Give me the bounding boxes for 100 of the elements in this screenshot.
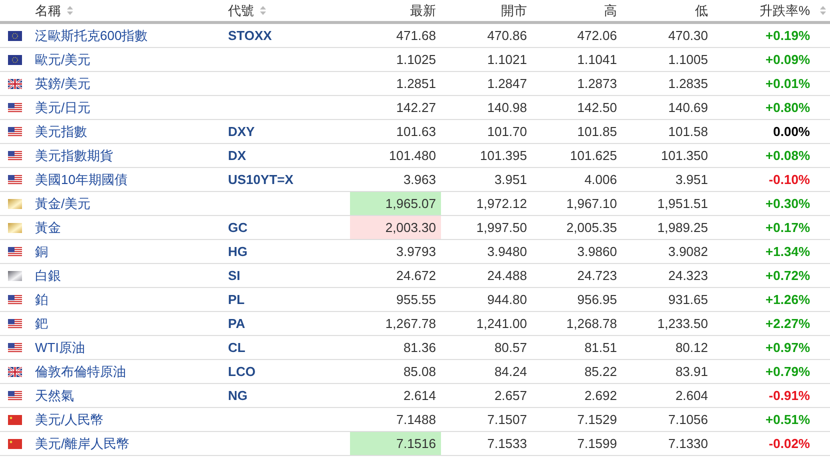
table-cell-text: 1,972.12 (475, 195, 528, 213)
table-cell-text: 3.951 (674, 171, 709, 189)
instrument-link[interactable]: 美元/離岸人民幣 (35, 432, 228, 455)
symbol-link[interactable]: GC (228, 220, 248, 235)
table-cell-text: 1,997.50 (475, 219, 528, 237)
us-flag-icon (8, 102, 22, 112)
gradient-tile-icon (8, 198, 22, 208)
change-cell-text: -0.10% (768, 171, 811, 189)
column-header[interactable]: 升跌率% (759, 2, 810, 20)
table-cell-text: 2.614 (402, 387, 437, 405)
table-cell-text: 101.58 (667, 123, 709, 141)
table-cell-text: 2.692 (583, 387, 618, 405)
instrument-link[interactable]: 美元指數 (35, 120, 228, 143)
instrument-link[interactable]: 美元/日元 (35, 96, 228, 119)
table-cell-text: 85.08 (402, 363, 437, 381)
china-flag-icon (8, 414, 22, 424)
table-cell-text: 101.350 (660, 147, 709, 165)
us-flag-icon (8, 150, 22, 160)
table-cell-text: 3.9082 (667, 243, 709, 261)
change-cell-text: +2.27% (764, 315, 811, 333)
change-cell-text: +1.34% (764, 243, 811, 261)
instrument-link[interactable]: 鈀 (35, 312, 228, 335)
instrument-link[interactable]: 泛歐斯托克600指數 (35, 24, 228, 47)
table-cell-text: 80.12 (674, 339, 709, 357)
instrument-link[interactable]: 美元/人民幣 (35, 408, 228, 431)
instrument-link[interactable]: 美國10年期國債 (35, 168, 228, 191)
instrument-link[interactable]: 白銀 (35, 264, 228, 287)
table-cell-text: 1.1041 (576, 51, 618, 69)
instrument-link[interactable]: 天然氣 (35, 384, 228, 407)
table-cell-text: 24.672 (395, 267, 437, 285)
change-cell-text: +1.26% (764, 291, 811, 309)
table-cell-text: 1.1005 (667, 51, 709, 69)
eu-flag-icon (8, 30, 22, 40)
change-cell-text: +0.97% (764, 339, 811, 357)
table-cell-text: 24.323 (667, 267, 709, 285)
table-cell-text: 142.50 (576, 99, 618, 117)
symbol-link[interactable]: DX (228, 148, 246, 163)
eu-flag-icon (8, 54, 22, 64)
sort-icon[interactable] (820, 6, 826, 15)
table-cell-text: 1.1021 (486, 51, 528, 69)
instrument-link[interactable]: 銅 (35, 240, 228, 263)
symbol-link[interactable]: US10YT=X (228, 172, 294, 187)
table-cell-text: 140.98 (486, 99, 528, 117)
column-header[interactable]: 代號 (228, 2, 254, 20)
instrument-link[interactable]: WTI原油 (35, 336, 228, 359)
change-cell-text: +0.72% (764, 267, 811, 285)
uk-flag-icon (8, 78, 22, 88)
instrument-link[interactable]: 美元指數期貨 (35, 144, 228, 167)
symbol-link[interactable]: PL (228, 292, 245, 307)
instrument-link[interactable]: 倫敦布倫特原油 (35, 360, 228, 383)
table-cell-text: 1,241.00 (475, 315, 528, 333)
sort-icon[interactable] (260, 6, 266, 15)
column-header[interactable]: 開市 (501, 2, 527, 20)
table-cell-text: 944.80 (486, 291, 528, 309)
instrument-link[interactable]: 黃金/美元 (35, 192, 228, 215)
table-cell-text: 2.657 (493, 387, 528, 405)
column-header[interactable]: 高 (604, 2, 617, 20)
column-header[interactable]: 低 (695, 2, 708, 20)
us-flag-icon (8, 390, 22, 400)
change-cell-text: +0.08% (764, 147, 811, 165)
instrument-link[interactable]: 黃金 (35, 216, 228, 239)
instrument-link[interactable]: 英鎊/美元 (35, 72, 228, 95)
us-flag-icon (8, 294, 22, 304)
table-cell-text: 7.1507 (486, 411, 528, 429)
change-cell-text: -0.91% (768, 387, 811, 405)
sort-icon[interactable] (67, 6, 73, 15)
table-cell-text: 84.24 (493, 363, 528, 381)
symbol-link[interactable]: LCO (228, 364, 256, 379)
symbol-link[interactable]: DXY (228, 124, 255, 139)
table-cell-text: 7.1488 (395, 411, 437, 429)
table-cell-text: 472.06 (576, 27, 618, 45)
table-cell-text: 80.57 (493, 339, 528, 357)
table-cell-text: 1.1025 (395, 51, 437, 69)
table-cell-text: 7.1533 (486, 435, 528, 453)
table-cell-text: 85.22 (583, 363, 618, 381)
table-cell-text: 142.27 (395, 99, 437, 117)
table-cell-text: 3.951 (493, 171, 528, 189)
symbol-link[interactable]: CL (228, 340, 246, 355)
table-cell-text: 101.480 (388, 147, 437, 165)
table-cell-text: 101.70 (486, 123, 528, 141)
table-cell-text: 81.36 (402, 339, 437, 357)
china-flag-icon (8, 438, 22, 448)
table-cell-text: 7.1056 (667, 411, 709, 429)
table-cell-text: 955.55 (395, 291, 437, 309)
table-cell: 7.1516 (350, 432, 441, 455)
instrument-link[interactable]: 歐元/美元 (35, 48, 228, 71)
table-cell-text: 7.1529 (576, 411, 618, 429)
column-header[interactable]: 名稱 (35, 2, 61, 20)
us-flag-icon (8, 342, 22, 352)
instrument-link[interactable]: 鉑 (35, 288, 228, 311)
table-cell-text: 101.395 (479, 147, 528, 165)
table-cell-text: 83.91 (674, 363, 709, 381)
symbol-link[interactable]: PA (228, 316, 246, 331)
change-cell-text: 0.00% (772, 123, 811, 141)
symbol-link[interactable]: HG (228, 244, 248, 259)
table-cell-text: 1,967.10 (565, 195, 618, 213)
symbol-link[interactable]: STOXX (228, 28, 272, 43)
symbol-link[interactable]: SI (228, 268, 240, 283)
symbol-link[interactable]: NG (228, 388, 248, 403)
column-header[interactable]: 最新 (410, 2, 436, 20)
